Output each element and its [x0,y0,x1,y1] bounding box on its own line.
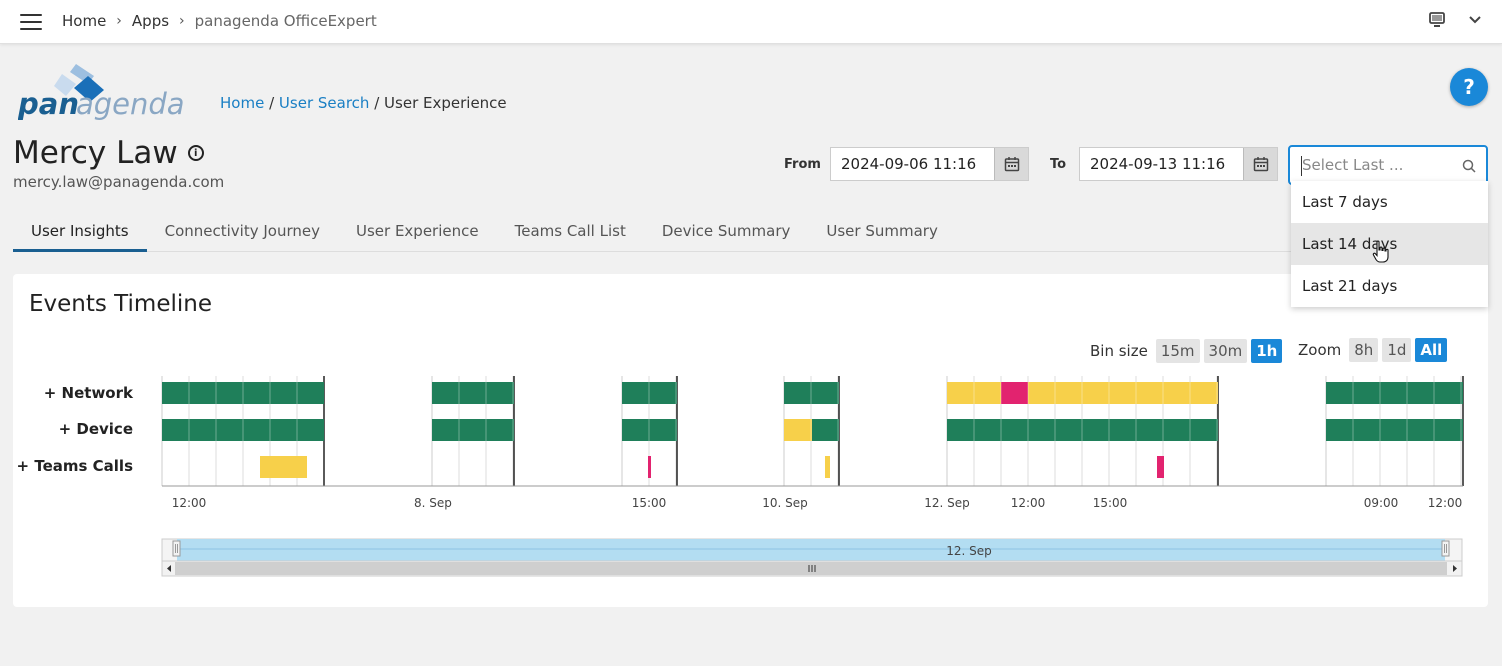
to-label: To [1050,157,1067,172]
breadcrumb-separator: / [269,94,275,112]
x-tick-label: 09:00 [1364,496,1399,510]
device-bar [432,419,514,441]
select-last-placeholder[interactable]: Select Last ... [1302,156,1403,174]
tab-connectivity-journey[interactable]: Connectivity Journey [147,212,338,252]
navigator-left-handle[interactable] [172,540,181,557]
from-date-value[interactable]: 2024-09-06 11:16 [831,148,994,180]
breadcrumb-current: User Experience [384,94,507,112]
device-bar [812,419,839,441]
to-date-field[interactable]: 2024-09-13 11:16 [1079,147,1278,181]
x-tick-label: 8. Sep [414,496,452,510]
x-tick-label: 12:00 [172,496,207,510]
user-email: mercy.law@panagenda.com [13,173,225,191]
x-tick-label: 15:00 [632,496,667,510]
scrollbar-thumb[interactable] [175,562,1447,575]
info-icon[interactable]: i [187,145,204,161]
network-bar [432,382,514,404]
breadcrumb-separator: / [374,94,380,112]
teams-call-bar-error [1157,456,1164,478]
from-label: From [784,157,821,172]
app-breadcrumb: Home › Apps › panagenda OfficeExpert [62,12,377,30]
tab-user-insights[interactable]: User Insights [13,212,147,252]
x-axis-ticks: 12:00 8. Sep 15:00 10. Sep 12. Sep 12:00 15:00… [172,496,1463,510]
breadcrumb-user-search-link[interactable]: User Search [279,94,370,112]
teams-call-bar-error [648,456,651,478]
tab-bar: User Insights Connectivity Journey User … [13,212,1488,252]
x-tick-label: 12. Sep [924,496,970,510]
user-name: Mercy Law [13,135,178,171]
crumb-current-app: panagenda OfficeExpert [194,12,377,30]
hamburger-menu-icon[interactable] [20,14,42,30]
crumb-separator: › [179,13,185,29]
x-tick-label: 12:00 [1428,496,1463,510]
svg-text:agenda: agenda [76,87,185,121]
from-date-field[interactable]: 2024-09-06 11:16 [830,147,1029,181]
option-last-7-days[interactable]: Last 7 days [1291,181,1488,223]
network-bar [1326,382,1463,404]
timeline-chart: 12:00 8. Sep 15:00 10. Sep 12. Sep 12:00 15:00… [161,376,1464,577]
search-icon[interactable] [1462,159,1476,173]
device-bar [1326,419,1463,441]
user-name-heading: Mercy Law i [13,135,204,171]
breadcrumb-home-link[interactable]: Home [220,94,264,112]
option-last-21-days[interactable]: Last 21 days [1291,265,1488,307]
tab-user-summary[interactable]: User Summary [808,212,955,252]
timeline-bars [162,382,1463,478]
x-tick-label: 12:00 [1011,496,1046,510]
hand-cursor-icon [1372,240,1389,263]
x-tick-label: 10. Sep [762,496,808,510]
top-bar: Home › Apps › panagenda OfficeExpert [0,0,1502,44]
navigator-selection[interactable] [177,539,1445,563]
crumb-home[interactable]: Home [62,12,106,30]
calendar-icon[interactable] [994,148,1028,180]
x-tick-label: 15:00 [1093,496,1128,510]
page-breadcrumb: Home / User Search / User Experience [220,94,507,112]
device-bar-warning [784,419,812,441]
select-last-input[interactable]: Select Last ... [1288,145,1488,185]
teams-call-bar-warning [825,456,830,478]
tab-teams-call-list[interactable]: Teams Call List [497,212,644,252]
network-bar-error [1001,382,1028,404]
events-timeline-panel: Events Timeline Bin size 15m 30m 1h Zoom… [13,274,1488,607]
device-icon[interactable] [1428,12,1446,28]
crumb-apps[interactable]: Apps [132,12,169,30]
teams-call-bar-warning [260,456,307,478]
chevron-down-icon[interactable] [1468,15,1482,25]
help-button[interactable]: ? [1450,68,1488,106]
navigator-label: 12. Sep [946,544,992,558]
svg-text:pan: pan [18,87,79,121]
crumb-separator: › [116,13,122,29]
navigator-right-handle[interactable] [1441,540,1450,557]
calendar-icon[interactable] [1243,148,1277,180]
panagenda-logo: pan agenda [18,64,185,121]
tab-device-summary[interactable]: Device Summary [644,212,809,252]
tab-user-experience[interactable]: User Experience [338,212,497,252]
to-date-value[interactable]: 2024-09-13 11:16 [1080,148,1243,180]
